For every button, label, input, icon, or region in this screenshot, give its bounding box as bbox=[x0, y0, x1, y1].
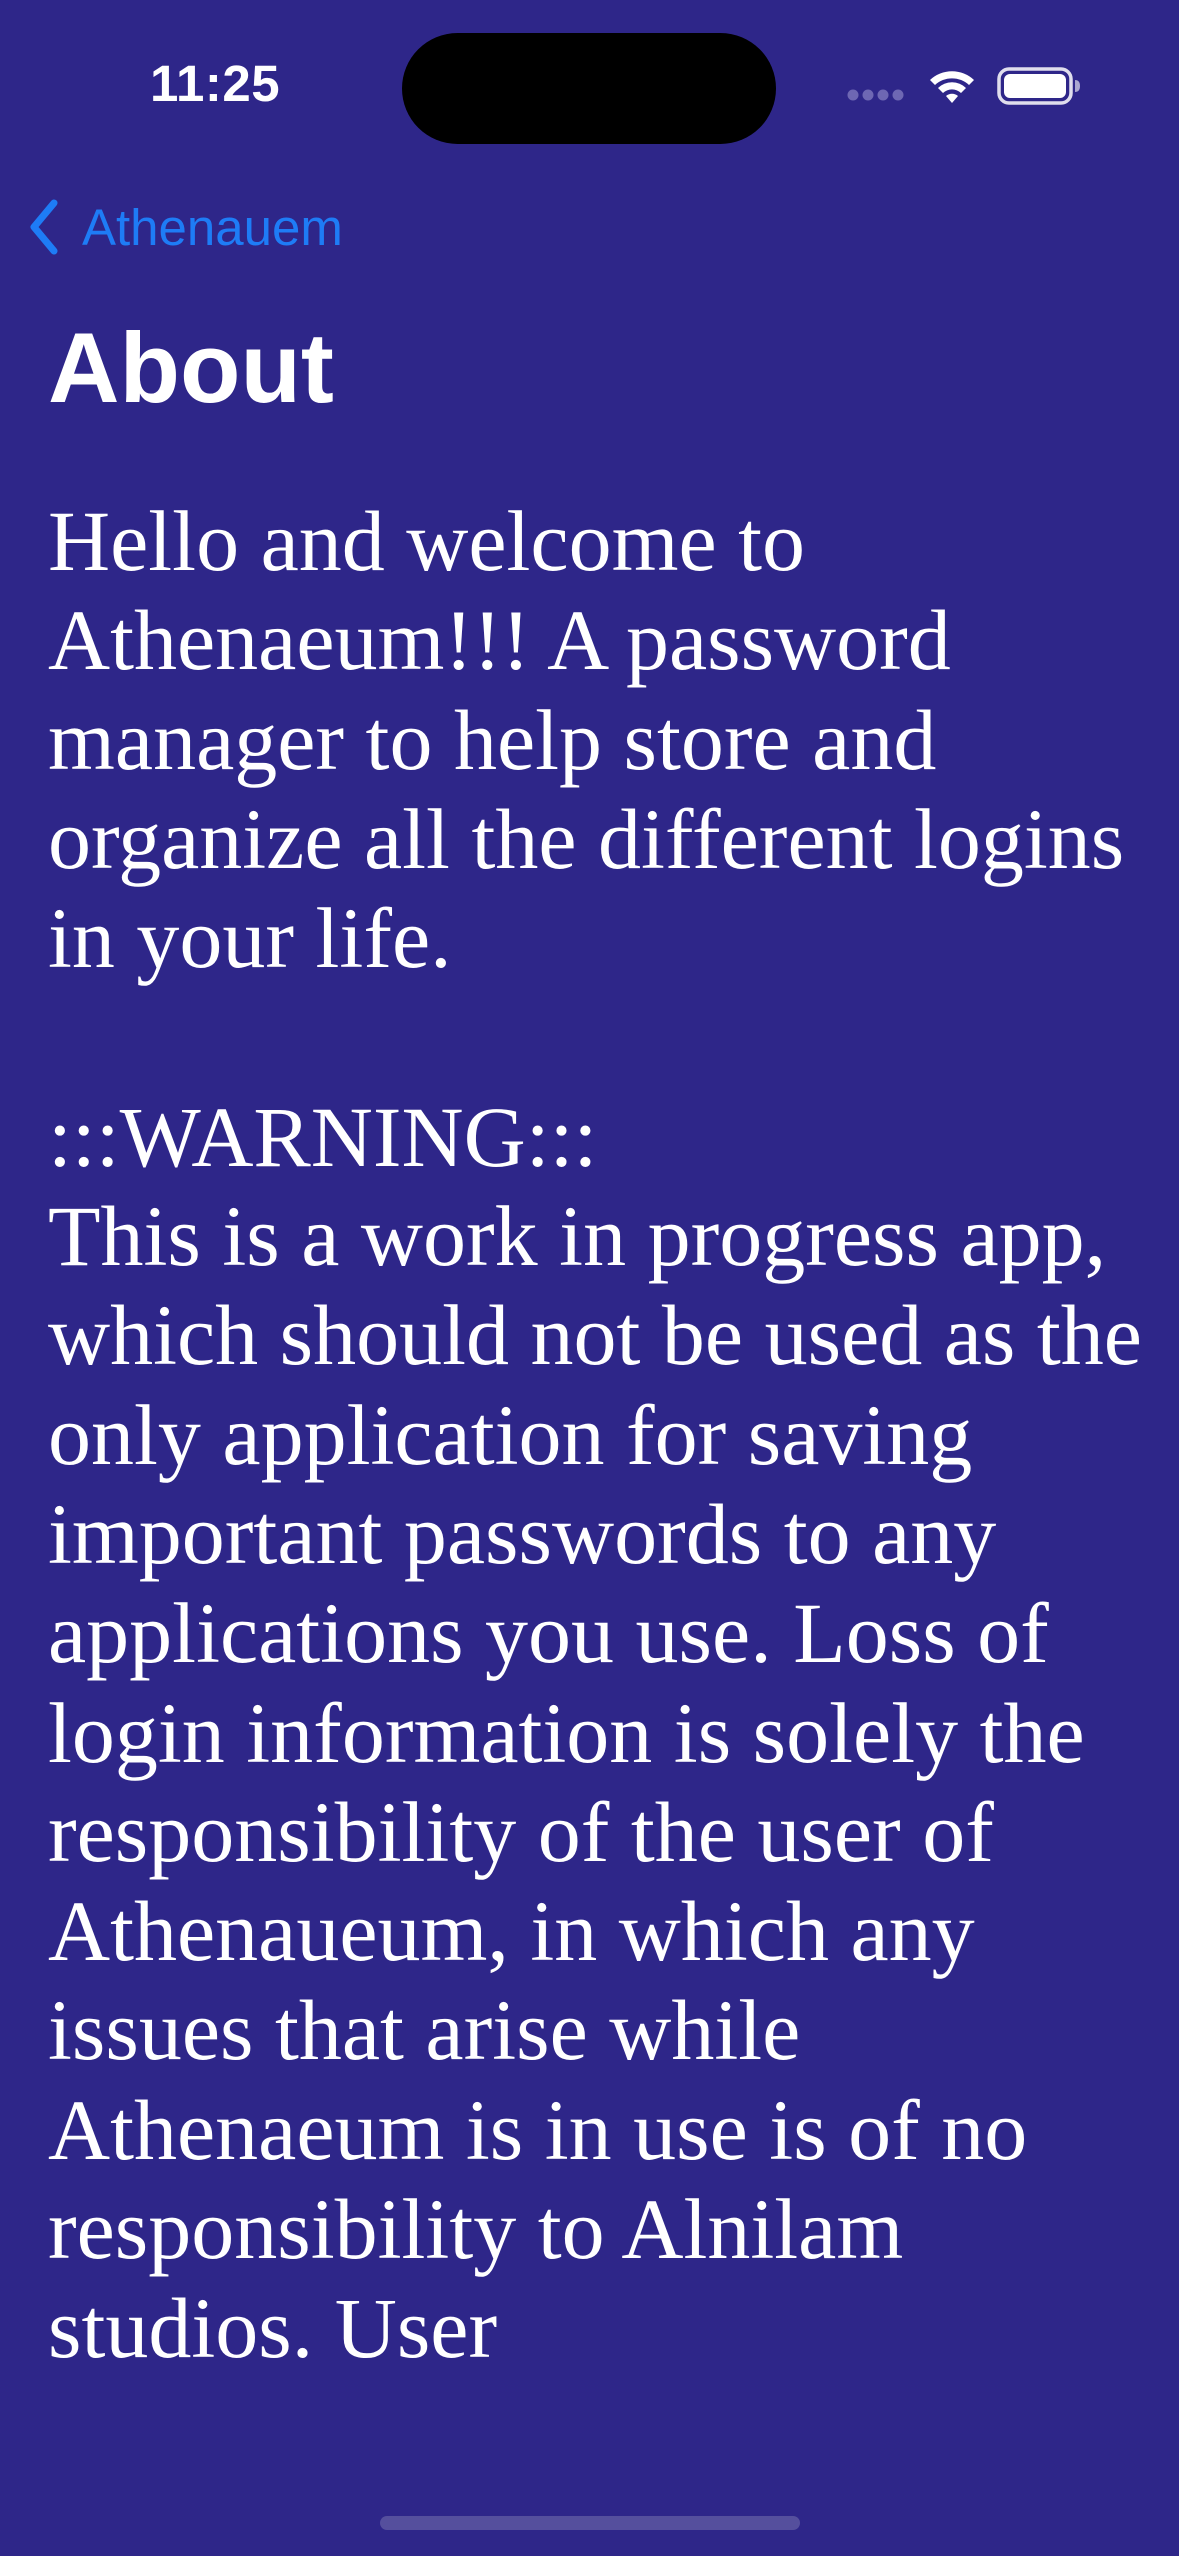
signal-icon bbox=[847, 89, 904, 101]
chevron-left-icon bbox=[30, 199, 58, 255]
battery-icon bbox=[997, 67, 1080, 105]
back-button-label: Athenauem bbox=[82, 198, 343, 256]
about-screen: 11:25 Athenauem About Hello and welcome … bbox=[0, 0, 1179, 2556]
about-text: Hello and welcome to Athenaeum!!! A pass… bbox=[48, 492, 1168, 2379]
warning-paragraph: This is a work in progress app, which sh… bbox=[48, 1188, 1142, 2377]
back-button[interactable]: Athenauem bbox=[26, 192, 343, 262]
status-icons bbox=[845, 64, 1081, 108]
warning-heading: :::WARNING::: bbox=[48, 1088, 598, 1185]
page-title: About bbox=[48, 312, 334, 423]
intro-paragraph: Hello and welcome to Athenaeum!!! A pass… bbox=[48, 493, 1125, 987]
dynamic-island bbox=[402, 33, 776, 144]
status-bar: 11:25 bbox=[0, 0, 1179, 170]
home-indicator[interactable] bbox=[380, 2516, 800, 2530]
status-time: 11:25 bbox=[149, 55, 281, 112]
wifi-icon bbox=[930, 71, 974, 103]
